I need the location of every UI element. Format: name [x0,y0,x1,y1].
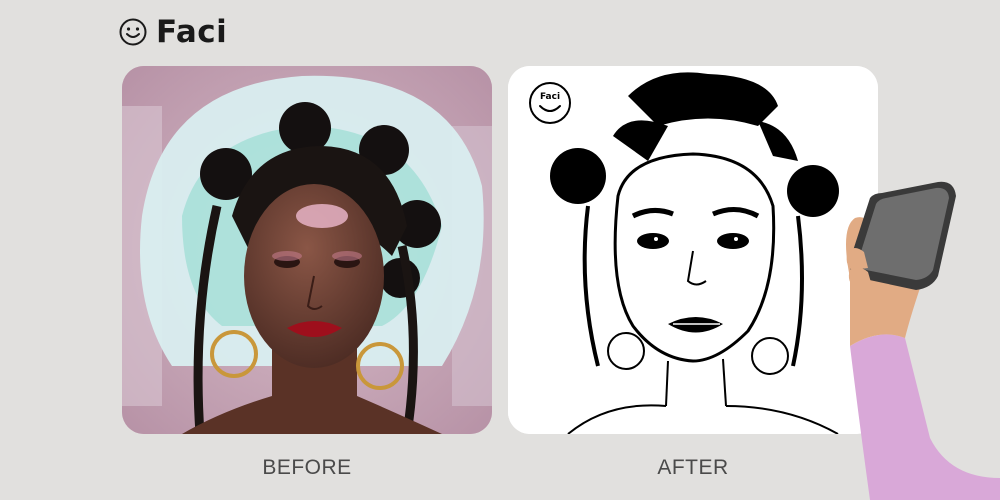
watermark-text: Faci [540,92,560,102]
smiley-face-icon [119,18,147,46]
portrait-photo [122,66,492,434]
before-caption: BEFORE [262,456,352,479]
sleeve [850,334,1000,500]
before-image [122,66,492,434]
hand-holding-phone [846,181,1000,500]
brand-header: Faci [118,14,227,50]
brand-name: Faci [156,13,228,50]
